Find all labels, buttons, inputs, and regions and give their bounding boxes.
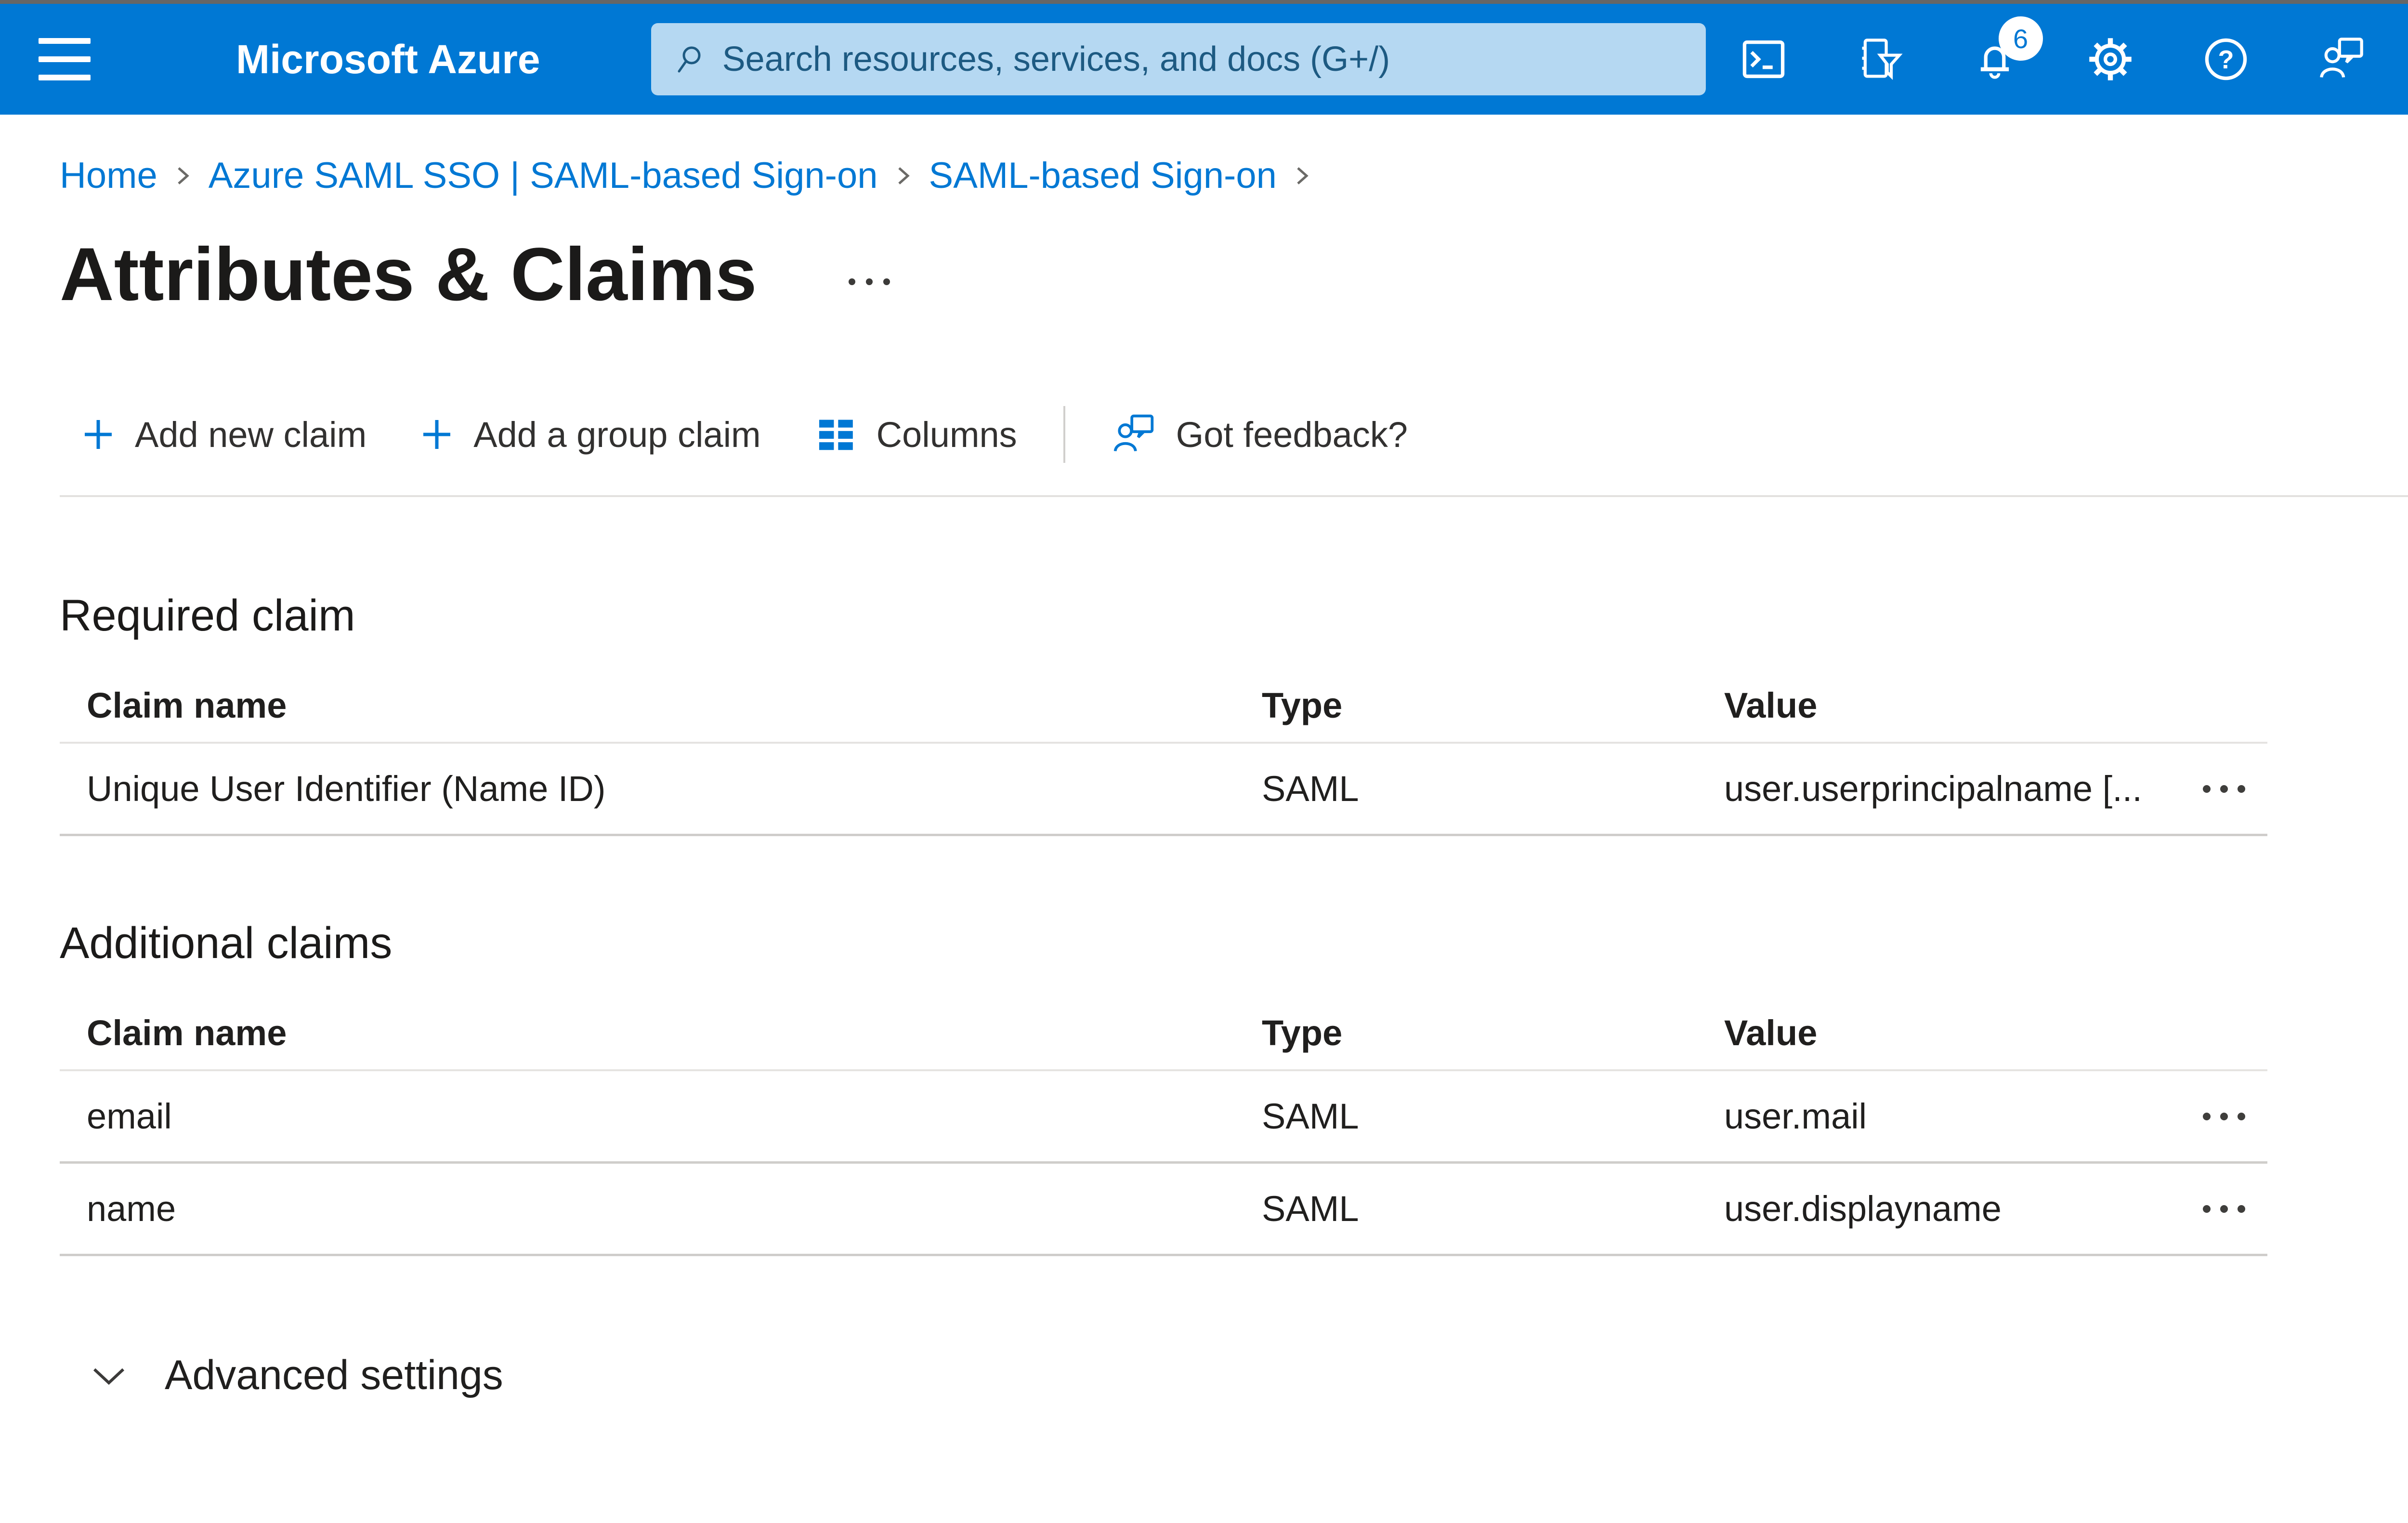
- feedback-button[interactable]: [2284, 4, 2399, 115]
- directory-filter-button[interactable]: [1821, 4, 1937, 115]
- azure-top-bar: Microsoft Azure Search resources, servic…: [0, 4, 2408, 115]
- add-new-claim-button[interactable]: Add new claim: [82, 414, 366, 455]
- columns-icon: [819, 420, 853, 450]
- table-row[interactable]: email SAML user.mail: [60, 1071, 2267, 1164]
- add-group-claim-label: Add a group claim: [473, 414, 761, 455]
- claim-value-cell: user.mail: [1724, 1096, 1867, 1136]
- column-header-value: Value: [1724, 685, 1818, 725]
- window-top-edge: [0, 0, 2408, 4]
- required-claim-table: Claim name Type Value Unique User Identi…: [60, 669, 2267, 836]
- help-icon: ?: [2205, 38, 2247, 80]
- global-search-box[interactable]: [651, 23, 1706, 95]
- search-icon: [678, 46, 701, 73]
- columns-button[interactable]: Columns: [815, 414, 1017, 455]
- feedback-icon: [2319, 38, 2363, 78]
- advanced-settings-label: Advanced settings: [165, 1352, 503, 1398]
- additional-claims-heading: Additional claims: [60, 919, 393, 968]
- row-actions-menu-button[interactable]: [2203, 1103, 2245, 1130]
- top-bar-icons: 6 ?: [1706, 4, 2399, 115]
- chevron-right-icon: [1293, 160, 1311, 191]
- table-header-row: Claim name Type Value: [60, 996, 2267, 1071]
- column-header-claim-name: Claim name: [87, 1012, 287, 1053]
- column-header-type: Type: [1262, 1012, 1343, 1053]
- context-menu-button[interactable]: [848, 278, 890, 285]
- notification-badge: 6: [1998, 16, 2043, 61]
- command-bar-divider: [60, 495, 2408, 497]
- command-bar: Add new claim Add a group claim Columns: [0, 396, 2408, 473]
- chevron-down-icon: [93, 1368, 125, 1385]
- chevron-right-icon: [174, 160, 192, 191]
- feedback-icon: [1113, 414, 1153, 452]
- required-claim-heading: Required claim: [60, 591, 355, 640]
- hamburger-menu-button[interactable]: [39, 4, 92, 115]
- settings-button[interactable]: [2053, 4, 2168, 115]
- gear-icon: [2089, 38, 2132, 80]
- column-header-claim-name: Claim name: [87, 685, 287, 725]
- notifications-button[interactable]: 6: [1937, 4, 2053, 115]
- column-header-type: Type: [1262, 685, 1343, 725]
- claim-value-cell: user.displayname: [1724, 1189, 2002, 1229]
- question-mark-glyph: ?: [2218, 45, 2234, 74]
- chevron-right-icon: [894, 160, 913, 191]
- add-group-claim-button[interactable]: Add a group claim: [420, 414, 761, 455]
- got-feedback-label: Got feedback?: [1176, 414, 1408, 455]
- breadcrumb-app-link[interactable]: Azure SAML SSO | SAML-based Sign-on: [209, 155, 878, 197]
- toolbar-divider: [1063, 406, 1065, 463]
- got-feedback-button[interactable]: Got feedback?: [1112, 412, 1408, 457]
- directory-filter-icon: [1862, 39, 1903, 80]
- breadcrumb-home-link[interactable]: Home: [60, 155, 157, 197]
- brand-title: Microsoft Azure: [236, 36, 540, 82]
- additional-claims-table: Claim name Type Value email SAML user.ma…: [60, 996, 2267, 1256]
- cloud-shell-button[interactable]: [1706, 4, 1821, 115]
- claim-type-cell: SAML: [1262, 1096, 1359, 1136]
- search-input[interactable]: [721, 39, 1684, 79]
- advanced-settings-expander[interactable]: Advanced settings: [0, 1352, 2408, 1399]
- breadcrumb: Home Azure SAML SSO | SAML-based Sign-on…: [0, 155, 2408, 197]
- claim-name-cell: Unique User Identifier (Name ID): [87, 769, 606, 809]
- claim-type-cell: SAML: [1262, 769, 1359, 809]
- column-header-value: Value: [1724, 1012, 1818, 1053]
- claim-name-cell: email: [87, 1096, 172, 1136]
- hamburger-icon: [39, 38, 91, 44]
- blade-header: Attributes & Claims: [0, 235, 2408, 314]
- table-row[interactable]: Unique User Identifier (Name ID) SAML us…: [60, 744, 2267, 836]
- claim-value-cell: user.userprincipalname [...: [1724, 769, 2142, 809]
- columns-label: Columns: [876, 414, 1017, 455]
- plus-icon: [423, 420, 451, 449]
- cloud-shell-icon: [1742, 40, 1784, 79]
- claim-name-cell: name: [87, 1189, 176, 1229]
- table-row[interactable]: name SAML user.displayname: [60, 1164, 2267, 1256]
- azure-portal-page: Microsoft Azure Search resources, servic…: [0, 0, 2408, 1523]
- row-actions-menu-button[interactable]: [2203, 1195, 2245, 1222]
- table-header-row: Claim name Type Value: [60, 669, 2267, 744]
- breadcrumb-saml-signon-link[interactable]: SAML-based Sign-on: [929, 155, 1277, 197]
- row-actions-menu-button[interactable]: [2203, 775, 2245, 802]
- add-new-claim-label: Add new claim: [135, 414, 367, 455]
- claim-type-cell: SAML: [1262, 1189, 1359, 1229]
- plus-icon: [85, 420, 112, 449]
- help-button[interactable]: ?: [2168, 4, 2284, 115]
- page-title: Attributes & Claims: [60, 233, 757, 316]
